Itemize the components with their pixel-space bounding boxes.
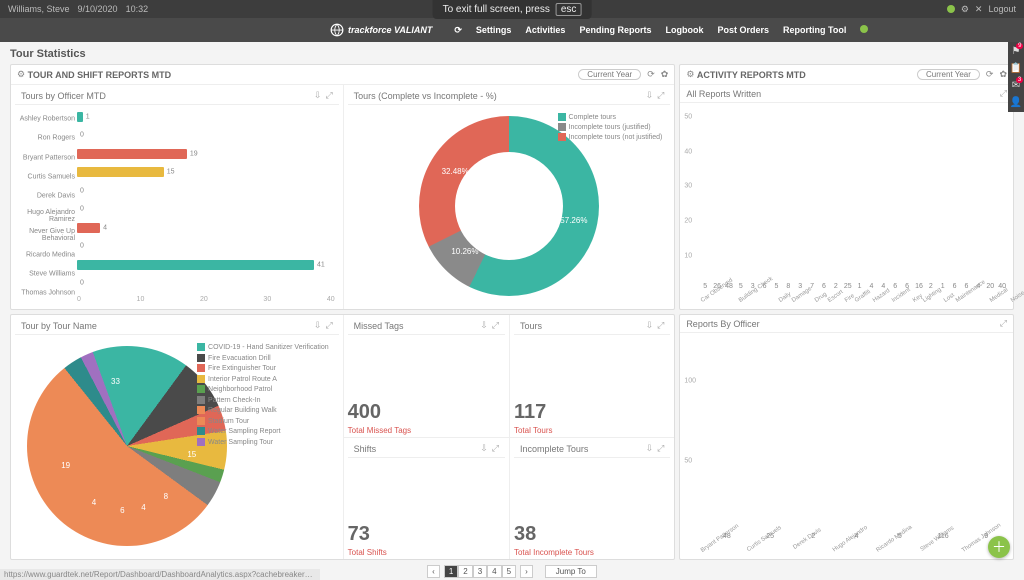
section-header-tours: ⚙ TOUR AND SHIFT REPORTS MTD Current Yea… xyxy=(11,65,674,85)
page-prev[interactable]: ‹ xyxy=(427,565,440,578)
chart-tours-by-officer: Ashley Robertson1Ron Rogers0Bryant Patte… xyxy=(19,109,335,303)
download-icon[interactable]: ⇩ xyxy=(314,320,322,331)
page-next[interactable]: › xyxy=(520,565,533,578)
download-icon[interactable]: ⇩ xyxy=(646,320,654,331)
section-title: TOUR AND SHIFT REPORTS MTD xyxy=(28,70,172,80)
current-date: 9/10/2020 xyxy=(78,4,118,14)
section-header-activity: ⚙ ACTIVITY REPORTS MTD Current Year ⟳ ✿ xyxy=(680,65,1013,85)
expand-icon[interactable]: ⤢ xyxy=(657,320,664,331)
globe-icon xyxy=(330,23,344,37)
kpi-missed-tags: 400 xyxy=(348,401,505,424)
pagination-footer: ‹ 12345 › Jump To https://www.guardtek.n… xyxy=(0,562,1024,580)
gear-icon[interactable]: ⚙ xyxy=(961,4,969,15)
expand-icon[interactable]: ⤢ xyxy=(657,443,664,454)
kpi-label: Total Tours xyxy=(514,426,670,435)
page-number[interactable]: 1 xyxy=(444,565,458,578)
expand-icon[interactable]: ⤢ xyxy=(325,90,332,101)
current-user: Williams, Steve xyxy=(8,4,70,14)
chart-title-all-reports: All Reports Written xyxy=(686,89,761,99)
kpi-incomplete-tours: 38 xyxy=(514,523,670,546)
fullscreen-hint: To exit full screen, press esc xyxy=(433,0,592,19)
expand-icon[interactable]: ⤢ xyxy=(1000,318,1007,329)
rail-user-icon[interactable]: 👤 xyxy=(1010,97,1022,108)
page-title: Tour Statistics xyxy=(10,48,1014,60)
esc-key: esc xyxy=(556,3,582,16)
expand-icon[interactable]: ⤢ xyxy=(1000,88,1007,99)
nav-post-orders[interactable]: Post Orders xyxy=(717,25,769,35)
fullscreen-msg: To exit full screen, press xyxy=(443,4,550,15)
brand-text: trackforce VALIANT xyxy=(348,25,432,35)
chart-title-reports-officer: Reports By Officer xyxy=(686,319,759,329)
range-selector[interactable]: Current Year xyxy=(917,69,980,80)
jump-to-button[interactable]: Jump To xyxy=(545,565,597,578)
section-title: ACTIVITY REPORTS MTD xyxy=(697,70,806,80)
range-selector[interactable]: Current Year xyxy=(578,69,641,80)
kpi-label: Total Incomplete Tours xyxy=(514,548,670,557)
download-icon[interactable]: ⇩ xyxy=(646,443,654,454)
kpi-title: Missed Tags xyxy=(354,321,404,331)
kpi-total-shifts: 73 xyxy=(348,523,505,546)
expand-icon[interactable]: ⤢ xyxy=(492,320,499,331)
page-number[interactable]: 4 xyxy=(487,565,501,578)
chart-all-reports: 1020304050526485365837622514466162166420… xyxy=(684,107,1009,305)
chart-title-donut: Tours (Complete vs Incomplete - %) xyxy=(354,91,497,101)
rail-clipboard-icon[interactable]: 📋 xyxy=(1010,63,1022,74)
right-rail: ⚑9 📋 ✉3 👤 xyxy=(1008,42,1024,112)
rail-alerts-icon[interactable]: ⚑9 xyxy=(1012,46,1021,57)
logout-link[interactable]: Logout xyxy=(988,4,1016,14)
download-icon[interactable]: ⇩ xyxy=(480,443,488,454)
chart-title-tourname: Tour by Tour Name xyxy=(21,321,97,331)
current-time: 10:32 xyxy=(126,4,149,14)
kpi-label: Total Shifts xyxy=(348,548,505,557)
nav-settings[interactable]: Settings xyxy=(476,25,512,35)
status-url: https://www.guardtek.net/Report/Dashboar… xyxy=(0,569,320,580)
chart-tour-by-name: 1584641933 COVID-19 - Hand Sanitizer Ver… xyxy=(19,339,335,553)
download-icon[interactable]: ⇩ xyxy=(314,90,322,101)
add-fab-button[interactable]: ＋ xyxy=(988,536,1010,558)
refresh-icon[interactable]: ⟳ xyxy=(986,69,994,80)
nav-pending-reports[interactable]: Pending Reports xyxy=(579,25,651,35)
kpi-title: Incomplete Tours xyxy=(520,444,588,454)
notification-dot-icon[interactable] xyxy=(860,25,868,33)
page-number[interactable]: 5 xyxy=(502,565,516,578)
section-cog-icon[interactable]: ⚙ xyxy=(686,69,694,80)
kpi-title: Tours xyxy=(520,321,542,331)
page-number[interactable]: 3 xyxy=(473,565,487,578)
refresh-icon[interactable]: ⟳ xyxy=(454,25,462,36)
expand-icon[interactable]: ⤢ xyxy=(657,90,664,101)
nav-reporting-tool[interactable]: Reporting Tool xyxy=(783,25,846,35)
kpi-title: Shifts xyxy=(354,444,377,454)
settings-icon[interactable]: ✿ xyxy=(999,69,1007,80)
kpi-total-tours: 117 xyxy=(514,401,670,424)
page-number[interactable]: 2 xyxy=(458,565,472,578)
nav-logbook[interactable]: Logbook xyxy=(665,25,703,35)
kpi-label: Total Missed Tags xyxy=(348,426,505,435)
expand-icon[interactable]: ⤢ xyxy=(492,443,499,454)
section-cog-icon[interactable]: ⚙ xyxy=(17,69,25,80)
chart-reports-by-officer: 5010048252451169Bryant PattersonCurtis S… xyxy=(684,337,1009,555)
rail-messages-icon[interactable]: ✉3 xyxy=(1012,80,1020,91)
chart-title-tours-officer: Tours by Officer MTD xyxy=(21,91,106,101)
status-dot-icon xyxy=(947,5,955,13)
download-icon[interactable]: ⇩ xyxy=(480,320,488,331)
close-icon[interactable]: ✕ xyxy=(975,4,983,15)
main-nav: trackforce VALIANT ⟳ Settings Activities… xyxy=(0,18,1024,42)
expand-icon[interactable]: ⤢ xyxy=(325,320,332,331)
refresh-icon[interactable]: ⟳ xyxy=(647,69,655,80)
settings-icon[interactable]: ✿ xyxy=(661,69,669,80)
chart-tours-complete-donut: 57.26%10.26%32.48% Complete toursIncompl… xyxy=(352,109,667,303)
nav-activities[interactable]: Activities xyxy=(525,25,565,35)
download-icon[interactable]: ⇩ xyxy=(646,90,654,101)
brand-logo[interactable]: trackforce VALIANT xyxy=(330,23,432,37)
